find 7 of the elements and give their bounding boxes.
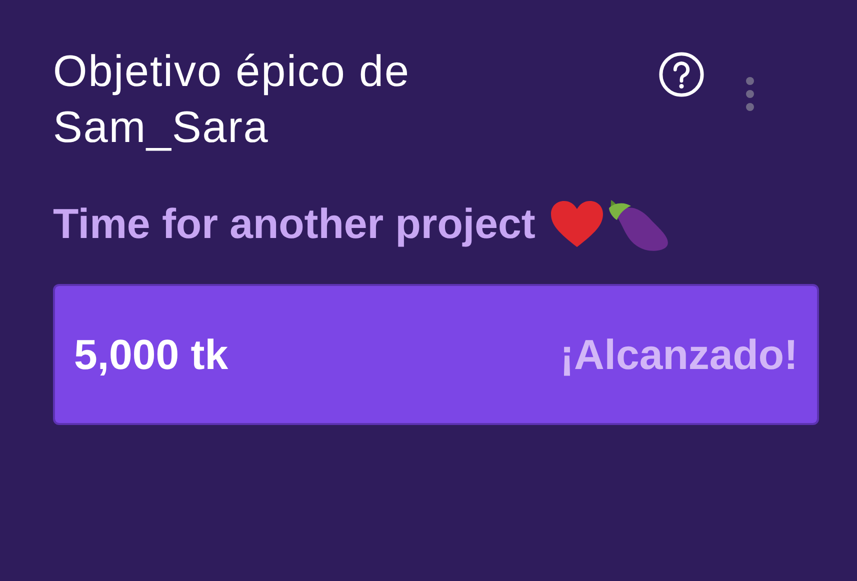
goal-status: ¡Alcanzado!: [560, 330, 798, 380]
goal-description: Time for another project: [53, 199, 536, 249]
help-icon[interactable]: [658, 51, 705, 98]
more-options-icon[interactable]: [745, 77, 755, 111]
goal-title: Objetivo épico de Sam_Sara: [53, 46, 411, 154]
goal-amount: 5,000 tk: [74, 330, 228, 380]
heart-icon: [549, 199, 606, 249]
